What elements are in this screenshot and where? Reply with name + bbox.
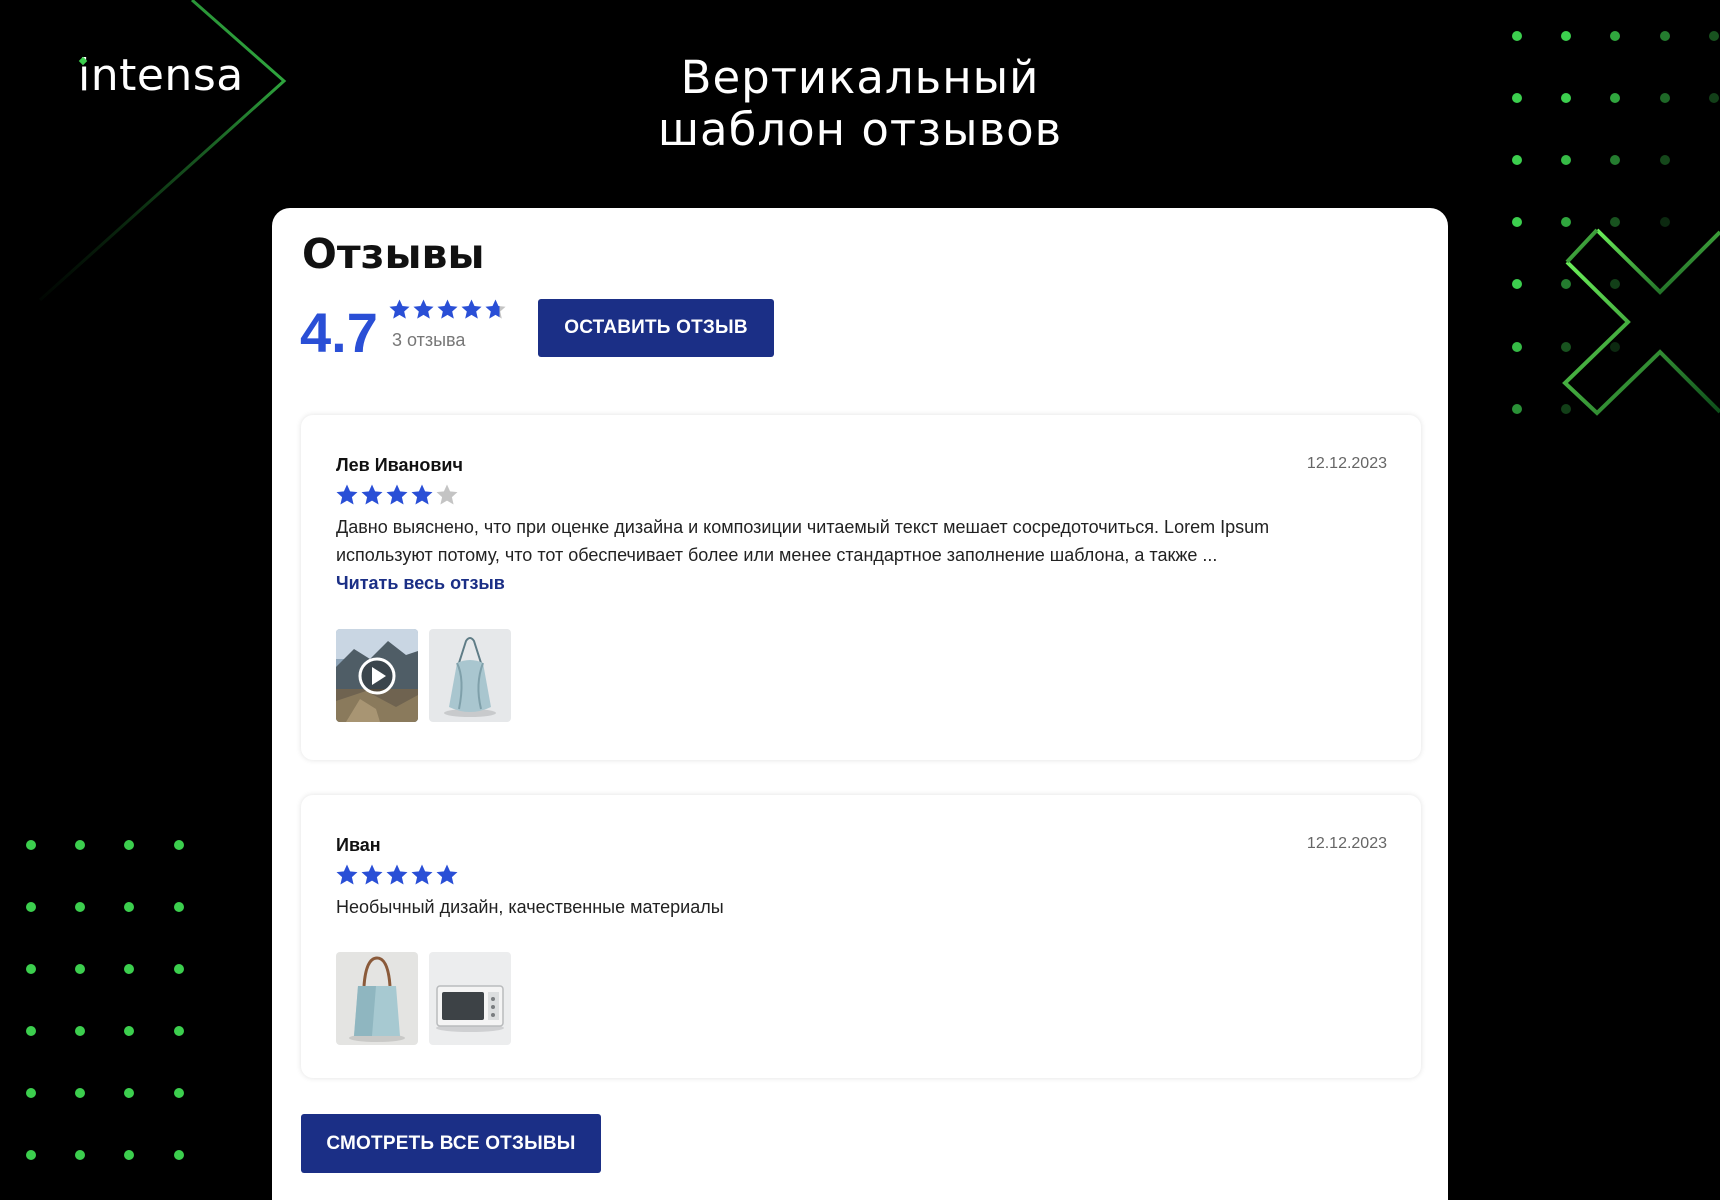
star-icon <box>336 864 358 885</box>
dot-grid-right <box>1512 31 1719 414</box>
play-icon <box>360 659 394 693</box>
view-all-reviews-button[interactable]: СМОТРЕТЬ ВСЕ ОТЗЫВЫ <box>301 1114 601 1173</box>
review-rating-stars <box>335 483 459 507</box>
star-icon <box>436 864 458 885</box>
leave-review-button[interactable]: ОСТАВИТЬ ОТЗЫВ <box>538 299 774 357</box>
star-icon <box>411 484 433 505</box>
reviews-title: Отзывы <box>302 230 485 278</box>
star-icon <box>485 299 506 319</box>
star-icon <box>437 299 458 319</box>
star-icon <box>361 484 383 505</box>
average-rating-stars <box>388 298 507 321</box>
star-icon <box>413 299 434 319</box>
star-icon <box>386 484 408 505</box>
star-icon <box>361 864 383 885</box>
review-date: 12.12.2023 <box>1306 835 1387 852</box>
review-text: Давно выяснено, что при оценке дизайна и… <box>336 513 1346 569</box>
review-date: 12.12.2023 <box>1306 455 1387 472</box>
headline-line-1: Вертикальный <box>680 51 1040 104</box>
star-icon <box>411 864 433 885</box>
star-icon <box>336 484 358 505</box>
review-card: Лев Иванович 12.12.2023 Давно выяснено, … <box>301 415 1421 760</box>
review-rating-stars <box>335 863 459 887</box>
page-headline: Вертикальный шаблон отзывов <box>560 52 1160 156</box>
review-media <box>336 952 511 1045</box>
review-text-line: Давно выяснено, что при оценке дизайна и… <box>336 517 1270 537</box>
photo-thumbnail[interactable] <box>429 629 511 722</box>
read-full-review-link[interactable]: Читать весь отзыв <box>336 573 505 594</box>
review-text-line: используют потому, что тот обеспечивает … <box>336 545 1218 565</box>
star-icon <box>389 299 410 319</box>
average-rating: 4.7 <box>300 301 378 364</box>
reviews-count: 3 отзыва <box>392 330 466 350</box>
review-author: Лев Иванович <box>336 455 463 475</box>
headline-line-2: шаблон отзывов <box>657 103 1063 156</box>
review-author: Иван <box>336 835 381 855</box>
review-card: Иван 12.12.2023 Необычный дизайн, качест… <box>301 795 1421 1078</box>
star-icon <box>461 299 482 319</box>
photo-thumbnail[interactable] <box>429 952 511 1045</box>
photo-thumbnail[interactable] <box>336 952 418 1045</box>
x-mark-decoration <box>1562 228 1720 416</box>
reviews-panel: Отзывы 4.7 3 отзыва ОСТАВИТЬ ОТЗЫВ Лев И… <box>272 208 1448 1200</box>
brand-name: intensa <box>78 50 244 101</box>
brand-logo: intensa <box>78 50 244 101</box>
review-text-line: Необычный дизайн, качественные материалы <box>336 897 724 917</box>
star-icon <box>436 484 458 505</box>
star-icon <box>386 864 408 885</box>
review-text: Необычный дизайн, качественные материалы <box>336 893 1346 921</box>
review-media <box>336 629 511 722</box>
dot-grid-left <box>26 840 184 1160</box>
video-thumbnail[interactable] <box>336 629 418 722</box>
